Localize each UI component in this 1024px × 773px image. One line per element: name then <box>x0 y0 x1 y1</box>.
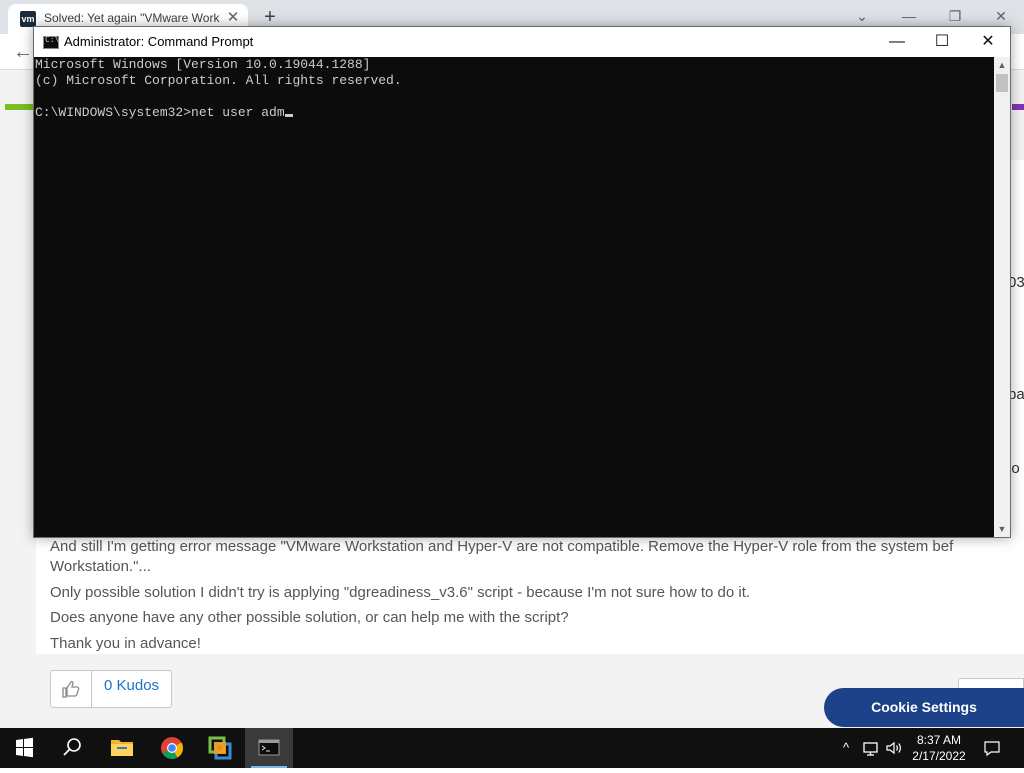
browser-restore-button[interactable]: ❐ <box>941 4 969 28</box>
cookie-settings-button[interactable]: Cookie Settings <box>824 688 1024 727</box>
tab-search-chevron-icon[interactable]: ⌄ <box>848 4 876 28</box>
scroll-thumb[interactable] <box>996 74 1008 92</box>
chrome-icon <box>161 737 183 759</box>
cmd-scrollbar[interactable]: ▲ ▼ <box>994 57 1010 537</box>
system-clock[interactable]: 8:37 AM 2/17/2022 <box>904 732 974 764</box>
clock-time: 8:37 AM <box>916 733 962 747</box>
cmd-minimize-button[interactable]: — <box>874 27 920 57</box>
command-prompt-window[interactable]: C:\ Administrator: Command Prompt — ☐ ✕ … <box>33 26 1011 538</box>
notifications-icon[interactable] <box>982 738 1002 758</box>
console-prompt-line: C:\WINDOWS\system32>net user adm <box>35 105 994 121</box>
text-cursor <box>284 114 293 117</box>
cmd-icon-glyph: C:\ <box>45 35 60 44</box>
console-icon <box>258 739 280 756</box>
post-paragraph: Workstation."... <box>50 558 151 575</box>
windows-taskbar: ^ 8:37 AM 2/17/2022 <box>0 728 1024 768</box>
post-paragraph: And still I'm getting error message "VMw… <box>50 538 954 555</box>
tab-close-icon[interactable]: ✕ <box>224 9 242 27</box>
start-button[interactable] <box>0 728 48 768</box>
search-button[interactable] <box>48 728 96 768</box>
vmware-icon <box>208 736 232 760</box>
console-line: (c) Microsoft Corporation. All rights re… <box>35 73 402 88</box>
cmd-title-bar[interactable]: C:\ Administrator: Command Prompt — ☐ ✕ <box>34 27 1010 57</box>
post-paragraph: Only possible solution I didn't try is a… <box>50 584 751 601</box>
cmd-close-button[interactable]: ✕ <box>965 27 1011 57</box>
folder-icon <box>111 740 133 756</box>
chrome-button[interactable] <box>148 728 196 768</box>
vmware-workstation-button[interactable] <box>197 728 245 768</box>
post-paragraph: Does anyone have any other possible solu… <box>50 609 569 626</box>
kudos-count-link[interactable]: 0 Kudos <box>104 677 159 694</box>
kudos-widget: 0 Kudos <box>50 670 172 708</box>
clock-date: 2/17/2022 <box>912 749 966 763</box>
post-paragraph: Thank you in advance! <box>50 635 201 652</box>
show-hidden-icons-chevron-icon[interactable]: ^ <box>836 738 856 758</box>
command-prompt-taskbar-button[interactable] <box>245 728 293 768</box>
browser-minimize-button[interactable]: — <box>895 4 923 28</box>
console-command-text: C:\WINDOWS\system32>net user adm <box>35 105 285 120</box>
vmware-favicon-icon: vm <box>20 11 36 27</box>
thumbs-up-icon[interactable] <box>61 679 81 699</box>
speaker-volume-icon[interactable] <box>884 738 904 758</box>
cmd-maximize-button[interactable]: ☐ <box>919 27 965 57</box>
cmd-window-title: Administrator: Command Prompt <box>64 34 254 49</box>
tab-title: Solved: Yet again "VMware Work <box>44 11 220 25</box>
scroll-up-arrow-icon[interactable]: ▲ <box>994 57 1010 73</box>
purple-accent-bar <box>1012 104 1024 110</box>
scroll-down-arrow-icon[interactable]: ▼ <box>994 521 1010 537</box>
browser-close-button[interactable]: ✕ <box>987 4 1015 28</box>
file-explorer-button[interactable] <box>98 728 146 768</box>
search-icon <box>63 738 81 756</box>
network-icon[interactable] <box>861 738 881 758</box>
green-accent-bar <box>5 104 35 110</box>
cmd-app-icon: C:\ <box>43 35 60 49</box>
kudos-divider <box>91 671 92 707</box>
new-tab-button[interactable]: + <box>258 6 282 28</box>
console-output[interactable]: Microsoft Windows [Version 10.0.19044.12… <box>34 57 994 537</box>
windows-logo-icon <box>16 737 33 758</box>
console-line: Microsoft Windows [Version 10.0.19044.12… <box>35 57 371 72</box>
